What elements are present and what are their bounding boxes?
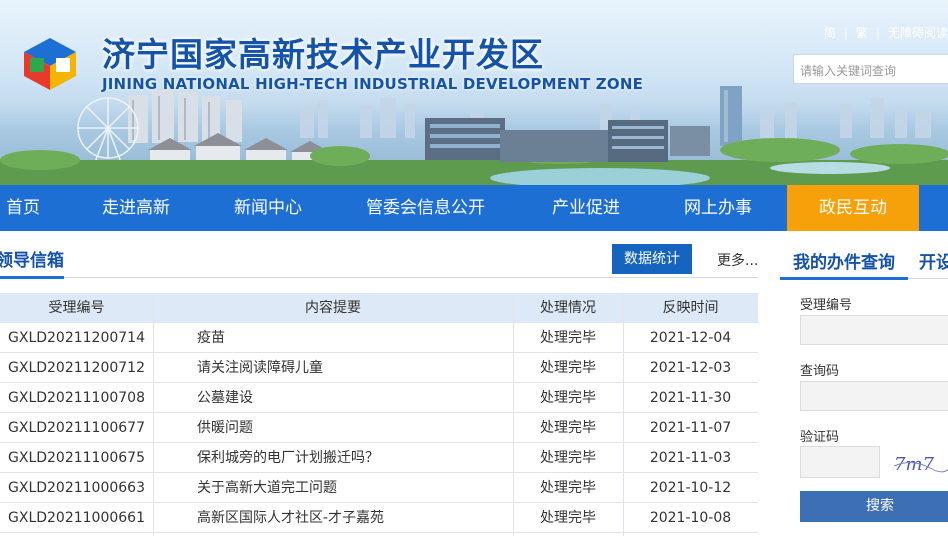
table-row[interactable]: GXLD20211100675 保利城旁的电厂计划搬迁吗？ 处理完毕 2021-11-… — [0, 443, 758, 473]
data-stats-button[interactable]: 数据统计 — [612, 244, 692, 274]
cell-date: 2021-12-04 — [649, 330, 732, 346]
divider — [153, 293, 154, 536]
column-header-summary: 内容提要 — [305, 300, 361, 316]
cell-case-id: GXLD20211000663 — [8, 480, 145, 496]
cell-date: 2021-10-12 — [649, 480, 732, 496]
accessibility-link[interactable]: 无障碍阅读 — [888, 24, 948, 41]
query-code-input[interactable] — [800, 381, 948, 411]
traditional-chinese-link[interactable]: 繁 — [856, 24, 868, 41]
cell-summary[interactable]: 关于高新大道完工问题 — [153, 473, 513, 503]
captcha-input[interactable] — [800, 446, 880, 478]
cell-date: 2021-10-08 — [649, 510, 732, 526]
nav-item-home[interactable]: 首页 — [6, 185, 40, 231]
divider — [0, 277, 758, 278]
cell-date: 2021-11-07 — [649, 420, 732, 436]
cell-summary[interactable]: 公墓建设 — [153, 383, 513, 413]
case-id-input[interactable] — [800, 315, 948, 345]
captcha-text: 7m7 — [894, 454, 935, 475]
cell-status: 处理完毕 — [540, 330, 596, 346]
cell-summary[interactable]: 请关注阅读障碍儿童 — [153, 353, 513, 383]
cell-status: 处理完毕 — [540, 480, 596, 496]
captcha-image[interactable]: 7m7 — [892, 448, 948, 478]
tab-my-case-query[interactable]: 我的办件查询 — [793, 248, 895, 273]
cell-status: 处理完毕 — [540, 390, 596, 406]
column-header-id: 受理编号 — [48, 300, 105, 316]
header-banner: 济宁国家高新技术产业开发区 JINING NATIONAL HIGH-TECH … — [0, 0, 948, 185]
table-row[interactable]: GXLD20211200714 疫苗 处理完毕 2021-12-04 — [0, 323, 758, 353]
table-header-row: 受理编号 内容提要 处理情况 反映时间 — [0, 293, 758, 323]
cell-date: 2021-11-30 — [649, 390, 732, 406]
cell-status: 处理完毕 — [540, 510, 596, 526]
column-header-status: 处理情况 — [540, 300, 596, 316]
simplified-chinese-link[interactable]: 简 — [824, 24, 836, 41]
cell-status: 处理完毕 — [540, 450, 596, 466]
site-subtitle: JINING NATIONAL HIGH-TECH INDUSTRIAL DEV… — [102, 75, 644, 93]
cell-date: 2021-11-03 — [649, 450, 732, 466]
case-id-label: 受理编号 — [800, 298, 853, 313]
divider: | — [843, 25, 848, 40]
cell-summary[interactable]: 高新区国际人才社区-才子嘉苑 — [153, 503, 513, 533]
cell-summary[interactable]: 疫苗 — [153, 323, 513, 353]
cell-case-id: GXLD20211100677 — [8, 420, 145, 436]
divider: | — [875, 25, 880, 40]
main-nav: 首页 走进高新 新闻中心 管委会信息公开 产业促进 网上办事 政民互动 — [0, 185, 948, 231]
divider — [513, 293, 514, 536]
more-link[interactable]: 更多... — [717, 250, 758, 270]
table-row[interactable]: GXLD20211100677 供暖问题 处理完毕 2021-11-07 — [0, 413, 758, 443]
captcha-label: 验证码 — [800, 430, 840, 445]
search-button[interactable]: 搜索 — [800, 491, 948, 522]
table-row[interactable]: GXLD20211000661 高新区国际人才社区-才子嘉苑 处理完毕 2021-10… — [0, 503, 758, 533]
nav-item-online-services[interactable]: 网上办事 — [684, 185, 752, 231]
site-title: 济宁国家高新技术产业开发区 — [102, 35, 544, 74]
nav-item-interaction[interactable]: 政民互动 — [787, 185, 919, 231]
cell-case-id: GXLD20211100708 — [8, 390, 145, 406]
nav-item-about[interactable]: 走进高新 — [102, 185, 170, 231]
site-search-input[interactable]: 请输入关键词查询 — [793, 54, 948, 84]
mailbox-table: 受理编号 内容提要 处理情况 反映时间 GXLD20211200714 疫苗 处理完… — [0, 293, 758, 533]
cell-status: 处理完毕 — [540, 360, 596, 376]
column-header-date: 反映时间 — [662, 300, 719, 316]
table-row[interactable]: GXLD20211100708 公墓建设 处理完毕 2021-11-30 — [0, 383, 758, 413]
title-underline — [0, 276, 64, 279]
nav-item-info-disclosure[interactable]: 管委会信息公开 — [366, 185, 485, 231]
cell-summary[interactable]: 供暖问题 — [153, 413, 513, 443]
cell-case-id: GXLD20211000661 — [8, 510, 145, 526]
cell-summary[interactable]: 保利城旁的电厂计划搬迁吗？ — [153, 443, 513, 473]
mailbox-title: 领导信箱 — [0, 251, 64, 271]
nav-item-news[interactable]: 新闻中心 — [234, 185, 302, 231]
tab-underline — [780, 277, 908, 280]
cell-case-id: GXLD20211200714 — [8, 330, 145, 346]
nav-item-industry[interactable]: 产业促进 — [552, 185, 620, 231]
colorful-cube-logo-icon — [24, 38, 76, 90]
cell-status: 处理完毕 — [540, 420, 596, 436]
cell-case-id: GXLD20211200712 — [8, 360, 145, 376]
query-code-label: 查询码 — [800, 364, 840, 379]
top-links: 简 | 繁 | 无障碍阅读 — [824, 24, 948, 41]
table-row[interactable]: GXLD20211200712 请关注阅读障碍儿童 处理完毕 2021-12-03 — [0, 353, 758, 383]
cell-date: 2021-12-03 — [649, 360, 732, 376]
tab-second[interactable]: 开设 — [919, 248, 948, 273]
cell-case-id: GXLD20211100675 — [8, 450, 145, 466]
divider — [623, 293, 624, 536]
table-row[interactable]: GXLD20211000663 关于高新大道完工问题 处理完毕 2021-10-12 — [0, 473, 758, 503]
